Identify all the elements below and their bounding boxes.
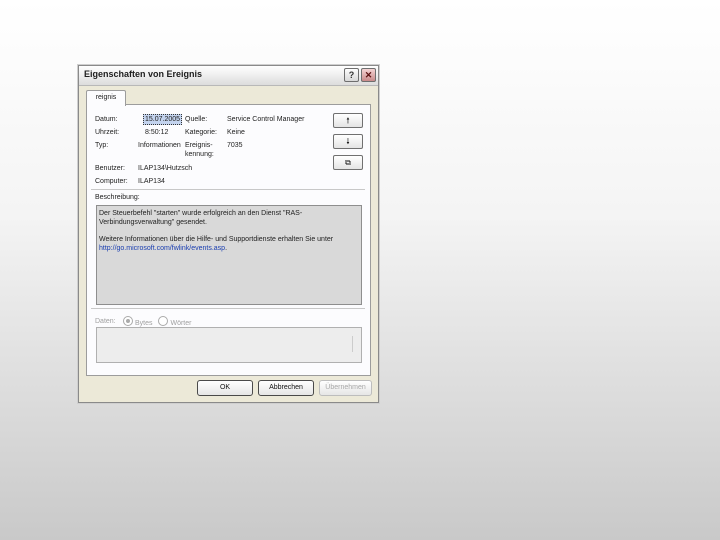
info-link[interactable]: http://go.microsoft.com/fwlink/events.as…: [99, 245, 225, 252]
cancel-button[interactable]: Abbrechen: [258, 380, 314, 396]
apply-button[interactable]: Übernehmen: [319, 380, 372, 396]
type-label: Typ:: [95, 142, 109, 149]
computer-label: Computer:: [95, 178, 128, 185]
type-value: Informationen: [138, 142, 181, 149]
time-label: Uhrzeit:: [95, 129, 120, 136]
event-id-label-line1: Ereignis-: [185, 142, 213, 149]
close-icon[interactable]: ✕: [361, 68, 376, 82]
user-label: Benutzer:: [95, 165, 125, 172]
description-line2-suffix: .: [225, 245, 228, 252]
separator: [91, 189, 365, 190]
description-line2-prefix: Weitere Informationen über die Hilfe- un…: [99, 236, 334, 243]
description-line2: Weitere Informationen über die Hilfe- un…: [99, 235, 359, 253]
source-value: Service Control Manager: [227, 116, 305, 123]
data-box[interactable]: [96, 327, 362, 363]
time-value: 8:50:12: [145, 129, 169, 136]
source-label: Quelle:: [185, 116, 208, 123]
computer-value: ILAP134: [138, 178, 165, 185]
window-title: Eigenschaften von Ereignis: [84, 69, 203, 79]
arrow-down-icon: 🠗: [346, 137, 350, 146]
scrollbar[interactable]: [352, 336, 360, 352]
radio-words-label: Wörter: [170, 320, 192, 327]
event-id-label-line2: kennung:: [185, 151, 214, 158]
event-panel: Datum: 15.07.2005 Uhrzeit: 8:50:12 Typ: …: [86, 104, 371, 376]
user-value: ILAP134\Hutzsch: [138, 165, 193, 172]
radio-bytes[interactable]: [123, 316, 133, 326]
ok-button[interactable]: OK: [197, 380, 253, 396]
next-event-button[interactable]: 🠗: [333, 134, 363, 149]
arrow-up-icon: 🠕: [346, 116, 350, 125]
radio-words[interactable]: [158, 316, 169, 326]
category-label: Kategorie:: [185, 129, 217, 136]
radio-bytes-label: Bytes: [135, 320, 153, 327]
category-value: Keine: [227, 129, 245, 136]
help-icon[interactable]: ?: [344, 68, 359, 82]
description-line1: Der Steuerbefehl "starten" wurde erfolgr…: [99, 210, 303, 226]
event-id-value: 7035: [227, 142, 243, 149]
description-box[interactable]: Der Steuerbefehl "starten" wurde erfolgr…: [96, 205, 362, 305]
previous-event-button[interactable]: 🠕: [333, 113, 363, 128]
description-label: Beschreibung:: [95, 194, 140, 201]
separator: [91, 308, 365, 309]
tab-event[interactable]: reignis: [86, 90, 126, 106]
event-properties-dialog: Eigenschaften von Ereignis ? ✕ reignis D…: [78, 65, 379, 403]
date-value[interactable]: 15.07.2005: [143, 114, 183, 125]
title-bar[interactable]: Eigenschaften von Ereignis ? ✕: [79, 66, 378, 86]
date-label: Datum:: [95, 116, 118, 123]
data-label: Daten:: [95, 318, 116, 325]
copy-button[interactable]: ⧉: [333, 155, 363, 170]
copy-icon: ⧉: [345, 158, 351, 167]
